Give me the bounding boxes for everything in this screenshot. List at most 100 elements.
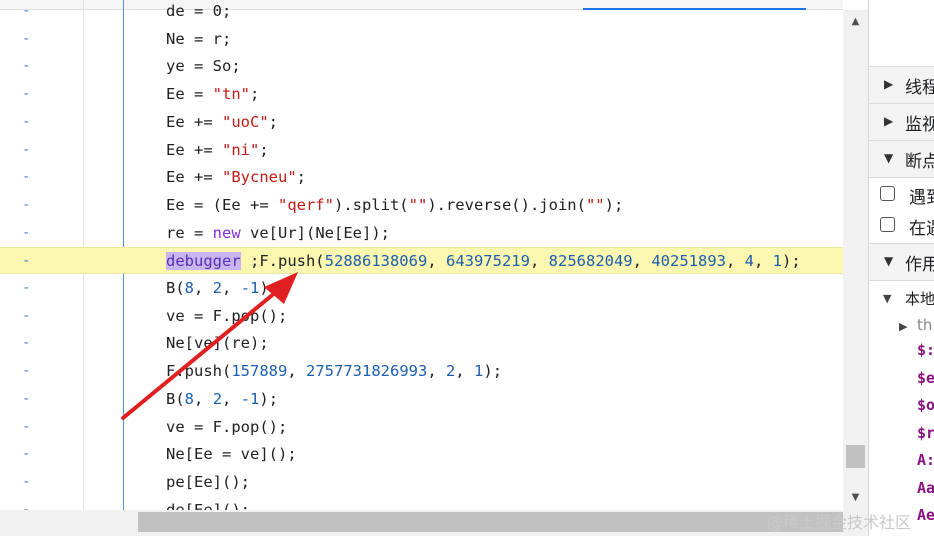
code-token: pe[Ee](); [166,472,250,491]
line-marker[interactable]: - [22,330,32,357]
code-line[interactable]: - ve = F.pop(); [0,303,843,330]
debugger-side-panel: ▶ 线程 ▶ 监视 ▼ 断点 遇到 在遇 ▼ 作用 ▼ 本地 ▶ th $: $e… [868,0,934,536]
code-line[interactable]: - de[Ee](); [0,497,843,510]
chevron-down-icon: ▼ [884,151,894,165]
code-line[interactable]: - re = new ve[Ur](Ne[Ee]); [0,220,843,247]
section-threads-label: 线程 [905,78,934,98]
code-token: , [455,362,475,381]
code-line[interactable]: - Ee += "uoC"; [0,109,843,136]
code-token: , [529,252,549,271]
code-text: Ee += "Bycneu"; [166,164,306,191]
code-line[interactable]: - B(8, 2, -1); [0,386,843,413]
scope-property[interactable]: $r [917,424,934,442]
line-marker[interactable]: - [22,497,32,510]
section-watch[interactable]: ▶ 监视 [869,104,934,140]
code-line[interactable]: - Ee += "ni"; [0,137,843,164]
line-marker[interactable]: - [22,81,32,108]
code-token: , [632,252,652,271]
code-token: Ne[Ee = ve](); [166,445,297,464]
code-line[interactable]: - Ne = r; [0,26,843,53]
code-token: ye = So; [166,57,241,76]
code-token: ); [782,252,801,271]
section-threads[interactable]: ▶ 线程 [869,67,934,103]
pause-on-exceptions-checkbox[interactable] [880,186,895,201]
code-token: B( [166,389,185,408]
code-token: re = [166,223,213,242]
panel-divider [869,177,934,178]
code-line[interactable]: - pe[Ee](); [0,469,843,496]
line-marker[interactable]: - [22,53,32,80]
line-marker[interactable]: - [22,248,32,275]
scroll-down-icon[interactable]: ▼ [843,490,868,506]
line-marker[interactable]: - [22,137,32,164]
code-text: Ee = "tn"; [166,81,259,108]
code-text: debugger ;F.push(52886138069, 643975219,… [166,248,801,275]
scope-property[interactable]: $o [917,396,934,414]
line-marker[interactable]: - [22,220,32,247]
scroll-up-icon[interactable]: ▲ [843,14,868,30]
scope-property[interactable]: Aa [917,479,934,497]
code-text: Ne = r; [166,26,231,53]
line-marker[interactable]: - [22,192,32,219]
section-scope[interactable]: ▼ 作用 [869,244,934,280]
code-line[interactable]: - ye = So; [0,53,843,80]
code-line[interactable]: - Ne[ve](re); [0,330,843,357]
line-marker[interactable]: - [22,303,32,330]
code-token: F.push( [166,362,232,381]
code-line[interactable]: - B(8, 2, -1); [0,275,843,302]
code-token: Ee = (Ee += [166,195,278,214]
code-token: ).reverse().join( [427,195,586,214]
code-text: Ee = (Ee += "qerf").split("").reverse().… [166,192,623,219]
code-line[interactable]: - ve = F.pop(); [0,414,843,441]
section-scope-label: 作用 [905,255,934,275]
section-breakpoints[interactable]: ▼ 断点 [869,141,934,177]
code-line[interactable]: - Ne[Ee = ve](); [0,441,843,468]
code-text: ye = So; [166,53,241,80]
line-marker[interactable]: - [22,109,32,136]
code-editor[interactable]: - de = 0; - Ne = r; - ye = So; - Ee = "tn"; - Ee … [0,0,843,510]
code-token: -1 [240,279,260,297]
line-marker[interactable]: - [22,164,32,191]
line-marker[interactable]: - [22,275,32,302]
scope-property[interactable]: Ae [917,506,934,524]
code-token: -1 [240,389,260,408]
panel-divider [869,280,934,281]
horizontal-scroll-thumb[interactable] [138,512,843,532]
code-token: 8 [184,389,195,408]
line-marker[interactable]: - [22,358,32,385]
code-token: "" [408,195,428,214]
code-token: ); [483,362,503,381]
vertical-scrollbar[interactable]: ▲ ▼ [843,10,868,510]
code-text: Ne[ve](re); [166,330,269,357]
scope-property[interactable]: $e [917,369,934,387]
line-marker[interactable]: - [22,414,32,441]
line-marker[interactable]: - [22,0,32,25]
code-token: de[Ee](); [166,500,250,510]
code-token: , [725,252,745,271]
chevron-right-icon[interactable]: ▶ [899,320,907,333]
code-token: ; [268,112,279,131]
line-marker[interactable]: - [22,26,32,53]
section-breakpoints-label: 断点 [905,152,934,172]
code-text: de[Ee](); [166,497,250,510]
code-text: B(8, 2, -1); [166,275,278,302]
horizontal-scrollbar[interactable] [0,510,868,536]
code-token: ; [296,168,306,187]
code-line[interactable]: - Ee = "tn"; [0,81,843,108]
scope-property[interactable]: $: [917,341,934,359]
code-line[interactable]: - F.push(157889, 2757731826993, 2, 1); [0,358,843,385]
chevron-down-icon[interactable]: ▼ [883,292,891,305]
scope-property[interactable]: A: [917,451,934,469]
vertical-scroll-thumb[interactable] [846,445,865,468]
pause-on-caught-checkbox[interactable] [880,217,895,232]
code-token: ve = F.pop(); [166,306,288,325]
line-marker[interactable]: - [22,469,32,496]
code-line[interactable]: - de = 0; [0,0,843,25]
chevron-down-icon: ▼ [884,254,894,268]
paused-code-line[interactable]: - debugger ;F.push(52886138069, 643975219… [0,247,843,275]
code-line[interactable]: - Ee = (Ee += "qerf").split("").reverse()… [0,192,843,219]
line-marker[interactable]: - [22,386,32,413]
line-marker[interactable]: - [22,441,32,468]
code-token: ); [259,279,279,297]
code-line[interactable]: - Ee += "Bycneu"; [0,164,843,191]
